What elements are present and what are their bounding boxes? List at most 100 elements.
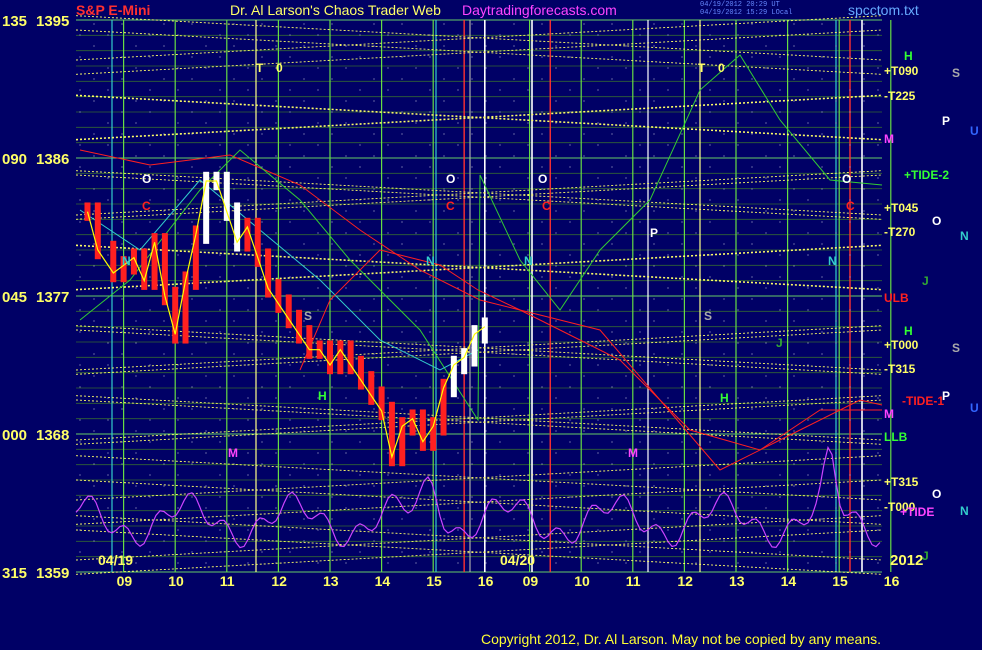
texture-dot bbox=[849, 166, 851, 168]
texture-dot bbox=[737, 287, 739, 289]
x-hour-label: 11 bbox=[220, 573, 235, 589]
texture-dot bbox=[219, 166, 221, 168]
texture-dot bbox=[247, 309, 249, 311]
price-bar bbox=[430, 417, 437, 451]
texture-dot bbox=[779, 199, 781, 201]
texture-dot bbox=[597, 254, 599, 256]
texture-dot bbox=[681, 276, 683, 278]
texture-dot bbox=[107, 507, 109, 509]
texture-dot bbox=[499, 529, 501, 531]
texture-dot bbox=[779, 254, 781, 256]
right-level-label: -TIDE-1 bbox=[902, 394, 944, 408]
texture-dot bbox=[709, 56, 711, 58]
texture-dot bbox=[751, 78, 753, 80]
texture-dot bbox=[513, 540, 515, 542]
texture-dot bbox=[415, 100, 417, 102]
texture-dot bbox=[667, 254, 669, 256]
texture-dot bbox=[205, 485, 207, 487]
texture-dot bbox=[499, 441, 501, 443]
texture-dot bbox=[121, 463, 123, 465]
texture-dot bbox=[499, 89, 501, 91]
planet-marker: S bbox=[704, 309, 712, 323]
texture-dot bbox=[877, 89, 879, 91]
texture-dot bbox=[835, 232, 837, 234]
texture-dot bbox=[429, 276, 431, 278]
texture-dot bbox=[471, 56, 473, 58]
texture-dot bbox=[93, 463, 95, 465]
texture-dot bbox=[639, 111, 641, 113]
texture-dot bbox=[471, 78, 473, 80]
texture-dot bbox=[821, 243, 823, 245]
texture-dot bbox=[863, 100, 865, 102]
texture-dot bbox=[723, 518, 725, 520]
texture-dot bbox=[163, 23, 165, 25]
texture-dot bbox=[709, 419, 711, 421]
texture-dot bbox=[275, 210, 277, 212]
texture-dot bbox=[247, 67, 249, 69]
texture-dot bbox=[387, 419, 389, 421]
texture-dot bbox=[765, 540, 767, 542]
texture-dot bbox=[331, 111, 333, 113]
planet-marker: H bbox=[318, 389, 327, 403]
texture-dot bbox=[373, 100, 375, 102]
texture-dot bbox=[261, 408, 263, 410]
texture-dot bbox=[737, 342, 739, 344]
texture-dot bbox=[219, 364, 221, 366]
texture-dot bbox=[849, 144, 851, 146]
texture-dot bbox=[79, 144, 81, 146]
texture-dot bbox=[443, 375, 445, 377]
texture-dot bbox=[653, 518, 655, 520]
texture-dot bbox=[863, 210, 865, 212]
texture-dot bbox=[401, 133, 403, 135]
right-level-label: J bbox=[922, 274, 929, 288]
texture-dot bbox=[569, 386, 571, 388]
right-level-label: -T225 bbox=[884, 89, 916, 103]
right-level-label: +TIDE bbox=[900, 505, 934, 519]
texture-dot bbox=[793, 78, 795, 80]
texture-dot bbox=[541, 166, 543, 168]
right-level-label: +T000 bbox=[884, 338, 919, 352]
texture-dot bbox=[331, 441, 333, 443]
texture-dot bbox=[233, 540, 235, 542]
price-bar bbox=[337, 340, 344, 375]
texture-dot bbox=[723, 78, 725, 80]
texture-dot bbox=[569, 364, 571, 366]
texture-dot bbox=[849, 441, 851, 443]
texture-dot bbox=[765, 375, 767, 377]
texture-dot bbox=[793, 485, 795, 487]
texture-dot bbox=[261, 23, 263, 25]
texture-dot bbox=[79, 364, 81, 366]
texture-dot bbox=[107, 34, 109, 36]
texture-dot bbox=[779, 166, 781, 168]
texture-dot bbox=[499, 254, 501, 256]
texture-dot bbox=[429, 56, 431, 58]
texture-dot bbox=[513, 430, 515, 432]
texture-dot bbox=[541, 331, 543, 333]
y-price-label: 1359 bbox=[36, 565, 69, 582]
texture-dot bbox=[191, 551, 193, 553]
texture-dot bbox=[247, 397, 249, 399]
texture-dot bbox=[345, 540, 347, 542]
texture-dot bbox=[723, 353, 725, 355]
texture-dot bbox=[387, 199, 389, 201]
texture-dot bbox=[667, 122, 669, 124]
texture-dot bbox=[793, 298, 795, 300]
texture-dot bbox=[513, 78, 515, 80]
right-level-label: H bbox=[904, 49, 913, 63]
texture-dot bbox=[219, 309, 221, 311]
texture-dot bbox=[415, 67, 417, 69]
texture-dot bbox=[709, 89, 711, 91]
texture-dot bbox=[863, 408, 865, 410]
texture-dot bbox=[667, 529, 669, 531]
texture-dot bbox=[765, 210, 767, 212]
texture-dot bbox=[359, 276, 361, 278]
texture-dot bbox=[205, 562, 207, 564]
texture-dot bbox=[247, 122, 249, 124]
texture-dot bbox=[415, 232, 417, 234]
right-level-label: H bbox=[904, 324, 913, 338]
texture-dot bbox=[583, 320, 585, 322]
texture-dot bbox=[821, 221, 823, 223]
texture-dot bbox=[205, 375, 207, 377]
texture-dot bbox=[639, 364, 641, 366]
texture-dot bbox=[93, 45, 95, 47]
